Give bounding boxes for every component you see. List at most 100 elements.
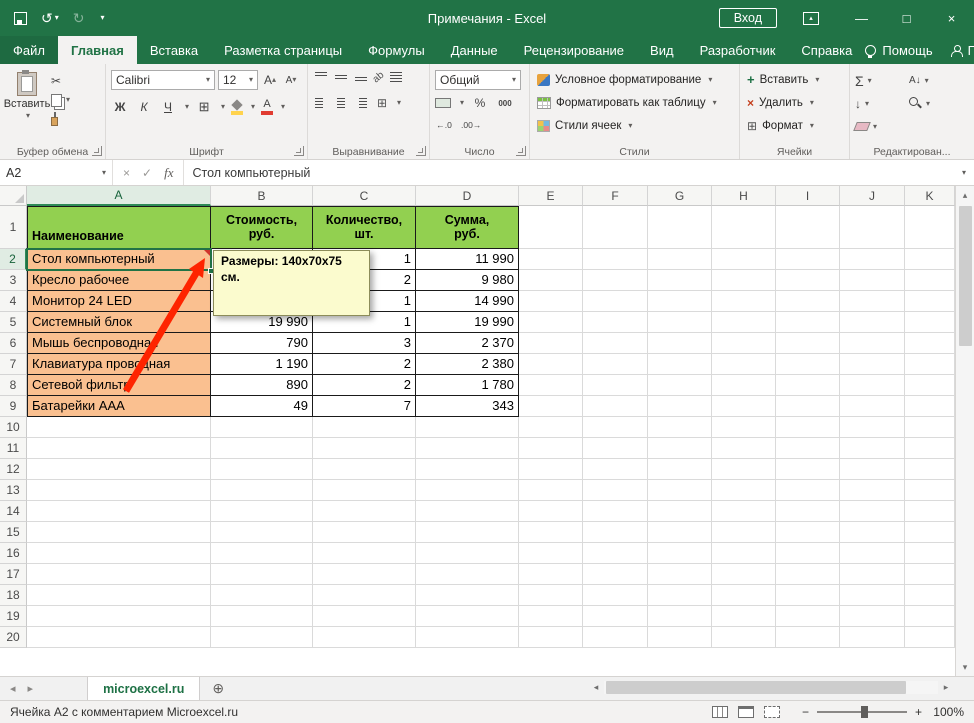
insert-function-button[interactable]: fx (164, 165, 173, 181)
cell-J12[interactable] (840, 459, 905, 480)
cell-J2[interactable] (840, 249, 905, 270)
column-header-D[interactable]: D (416, 186, 519, 206)
cell-I7[interactable] (776, 354, 840, 375)
vertical-scrollbar[interactable]: ▴ ▾ (955, 186, 974, 676)
cell-A15[interactable] (27, 522, 211, 543)
number-format-combo[interactable]: Общий ▾ (435, 70, 521, 90)
cell-B7[interactable]: 1 190 (211, 354, 313, 375)
cell-J8[interactable] (840, 375, 905, 396)
cell-H15[interactable] (712, 522, 776, 543)
cell-G20[interactable] (648, 627, 712, 648)
ribbon-display-options-icon[interactable]: ▴ (803, 11, 819, 25)
cell-J14[interactable] (840, 501, 905, 522)
cell-K18[interactable] (905, 585, 955, 606)
cell-E12[interactable] (519, 459, 583, 480)
cell-H14[interactable] (712, 501, 776, 522)
cell-D3[interactable]: 9 980 (416, 270, 519, 291)
paste-button[interactable]: Вставить ▾ (3, 68, 51, 142)
cell-B12[interactable] (211, 459, 313, 480)
cell-I15[interactable] (776, 522, 840, 543)
scroll-left-icon[interactable]: ◂ (588, 682, 604, 693)
cell-G18[interactable] (648, 585, 712, 606)
cell-A3[interactable]: Кресло рабочее (27, 270, 211, 291)
cell-K15[interactable] (905, 522, 955, 543)
cell-H4[interactable] (712, 291, 776, 312)
cut-button[interactable]: ✂ (51, 73, 70, 89)
number-dialog-launcher[interactable] (516, 146, 526, 156)
cell-I11[interactable] (776, 438, 840, 459)
cell-E8[interactable] (519, 375, 583, 396)
cell-C17[interactable] (313, 564, 416, 585)
cell-E19[interactable] (519, 606, 583, 627)
cell-G6[interactable] (648, 333, 712, 354)
cell-G8[interactable] (648, 375, 712, 396)
row-header-4[interactable]: 4 (0, 291, 27, 312)
cell-A8[interactable]: Сетевой фильтр (27, 375, 211, 396)
column-header-C[interactable]: C (313, 186, 416, 206)
column-header-I[interactable]: I (776, 186, 840, 206)
cell-I2[interactable] (776, 249, 840, 270)
row-header-15[interactable]: 15 (0, 522, 27, 543)
row-header-16[interactable]: 16 (0, 543, 27, 564)
cell-D20[interactable] (416, 627, 519, 648)
row-header-7[interactable]: 7 (0, 354, 27, 375)
cell-B16[interactable] (211, 543, 313, 564)
cell-F11[interactable] (583, 438, 648, 459)
cell-C9[interactable]: 7 (313, 396, 416, 417)
cell-K17[interactable] (905, 564, 955, 585)
column-header-A[interactable]: A (27, 186, 211, 206)
cell-H13[interactable] (712, 480, 776, 501)
horizontal-scroll-thumb[interactable] (606, 681, 906, 694)
tab-Данные[interactable]: Данные (438, 36, 511, 64)
cell-D1[interactable]: Сумма, руб. (416, 206, 519, 249)
cell-G17[interactable] (648, 564, 712, 585)
cell-E3[interactable] (519, 270, 583, 291)
cell-J5[interactable] (840, 312, 905, 333)
cell-D9[interactable]: 343 (416, 396, 519, 417)
cell-F16[interactable] (583, 543, 648, 564)
cell-E15[interactable] (519, 522, 583, 543)
alignment-dialog-launcher[interactable] (416, 146, 426, 156)
percent-format-button[interactable]: % (471, 94, 489, 112)
cell-H3[interactable] (712, 270, 776, 291)
cell-F13[interactable] (583, 480, 648, 501)
cell-F4[interactable] (583, 291, 648, 312)
row-header-12[interactable]: 12 (0, 459, 27, 480)
cell-C18[interactable] (313, 585, 416, 606)
cell-A17[interactable] (27, 564, 211, 585)
column-header-K[interactable]: K (905, 186, 955, 206)
wrap-text-button[interactable] (388, 70, 404, 84)
cell-K13[interactable] (905, 480, 955, 501)
tab-Формулы[interactable]: Формулы (355, 36, 438, 64)
row-header-5[interactable]: 5 (0, 312, 27, 333)
cell-K3[interactable] (905, 270, 955, 291)
cell-H7[interactable] (712, 354, 776, 375)
cell-J7[interactable] (840, 354, 905, 375)
page-layout-view-button[interactable] (737, 706, 754, 718)
increase-font-button[interactable]: А ▴ (261, 71, 279, 89)
cell-J20[interactable] (840, 627, 905, 648)
cell-A2[interactable]: Стол компьютерный (27, 249, 211, 270)
cell-D15[interactable] (416, 522, 519, 543)
cell-E10[interactable] (519, 417, 583, 438)
cell-K11[interactable] (905, 438, 955, 459)
font-color-button[interactable]: А (261, 99, 274, 115)
cell-F9[interactable] (583, 396, 648, 417)
zoom-slider[interactable] (816, 706, 907, 718)
cell-H19[interactable] (712, 606, 776, 627)
cell-H11[interactable] (712, 438, 776, 459)
cell-C12[interactable] (313, 459, 416, 480)
cell-D5[interactable]: 19 990 (416, 312, 519, 333)
cell-A9[interactable]: Батарейки AAA (27, 396, 211, 417)
row-header-2[interactable]: 2 (0, 249, 27, 270)
sheet-tab-microexcel[interactable]: microexcel.ru (87, 677, 201, 700)
cell-F7[interactable] (583, 354, 648, 375)
cell-B19[interactable] (211, 606, 313, 627)
cell-A6[interactable]: Мышь беспроводная (27, 333, 211, 354)
cell-J16[interactable] (840, 543, 905, 564)
cell-J15[interactable] (840, 522, 905, 543)
cell-A5[interactable]: Системный блок (27, 312, 211, 333)
font-name-combo[interactable]: Calibri ▾ (111, 70, 215, 90)
cell-F14[interactable] (583, 501, 648, 522)
column-header-B[interactable]: B (211, 186, 313, 206)
